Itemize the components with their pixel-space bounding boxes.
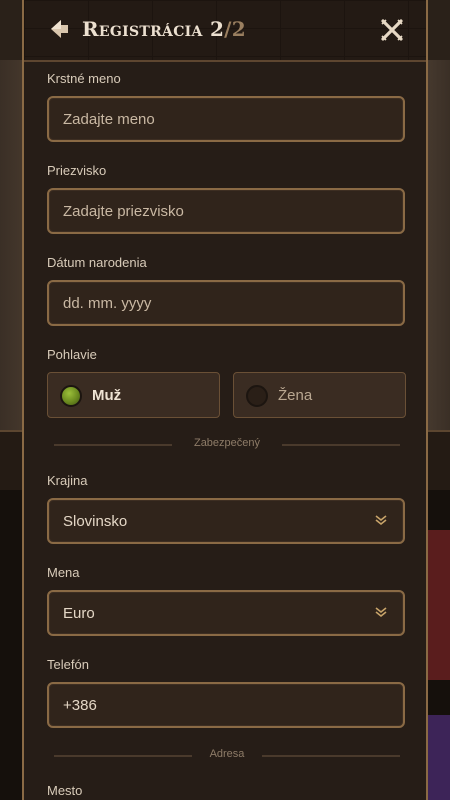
gender-option-female[interactable]: Žena <box>233 372 406 418</box>
gender-female-label: Žena <box>278 387 313 404</box>
registration-modal: Registrácia 2/2 Krstné meno Priezvisko D… <box>22 0 428 800</box>
first-name-label: Krstné meno <box>47 71 121 86</box>
gender-male-label: Muž <box>92 387 122 404</box>
last-name-label: Priezvisko <box>47 163 107 178</box>
country-value: Slovinsko <box>63 513 128 530</box>
radio-selected-icon <box>60 385 82 407</box>
modal-header: Registrácia 2/2 <box>24 0 426 62</box>
birth-date-input[interactable] <box>47 280 405 326</box>
chevron-down-icon <box>375 515 387 526</box>
currency-label: Mena <box>47 565 80 580</box>
title-step: Registrácia 2 <box>82 17 225 41</box>
section-divider-address: Adresa <box>54 748 400 764</box>
currency-select[interactable]: Euro <box>47 590 405 636</box>
phone-label: Telefón <box>47 657 89 672</box>
phone-input[interactable] <box>47 682 405 728</box>
country-select[interactable]: Slovinsko <box>47 498 405 544</box>
title-step-total: /2 <box>224 17 246 41</box>
section-divider-security: Zabezpečený <box>54 437 400 453</box>
gender-option-male[interactable]: Muž <box>47 372 220 418</box>
section-title-security: Zabezpečený <box>193 437 261 449</box>
gender-label: Pohlavie <box>47 347 97 362</box>
country-label: Krajina <box>47 473 88 488</box>
close-icon[interactable] <box>380 18 404 42</box>
chevron-down-icon <box>375 607 387 618</box>
birth-date-label: Dátum narodenia <box>47 255 147 270</box>
section-title-address: Adresa <box>209 748 245 760</box>
last-name-input[interactable] <box>47 188 405 234</box>
first-name-input[interactable] <box>47 96 405 142</box>
back-arrow-icon[interactable] <box>48 18 70 40</box>
city-label: Mesto <box>47 783 83 798</box>
currency-value: Euro <box>63 605 95 622</box>
modal-title: Registrácia 2/2 <box>82 17 246 41</box>
radio-unselected-icon <box>246 385 268 407</box>
